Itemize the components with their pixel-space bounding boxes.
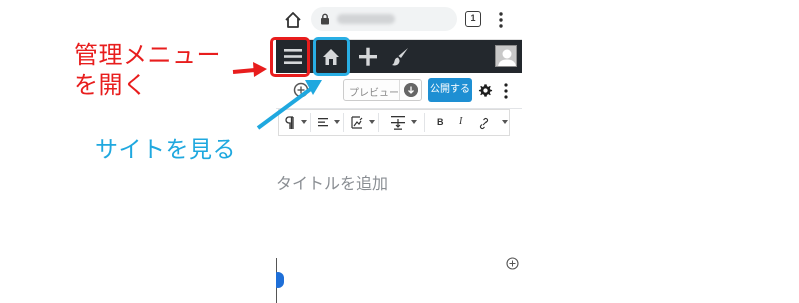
paragraph-icon[interactable] [283,110,299,135]
chevron-down-icon[interactable] [502,120,508,124]
chevron-down-icon[interactable] [369,120,375,124]
address-bar[interactable]: blurred-url [311,7,457,31]
text-wrap-icon[interactable] [389,110,407,135]
preview-button[interactable]: プレビュー [343,79,422,101]
publish-button[interactable]: 公開する [428,78,472,102]
gear-icon[interactable] [478,83,493,98]
add-block-icon[interactable] [292,81,310,99]
preview-divider [399,80,400,100]
add-block-icon[interactable] [506,257,519,270]
more-vertical-icon[interactable] [503,82,509,100]
toolbar-divider [343,113,344,132]
scroll-handle[interactable] [276,272,284,288]
post-title-input[interactable]: タイトルを追加 [276,170,388,194]
chevron-down-icon[interactable] [411,120,417,124]
browser-toolbar: blurred-url 1 [276,0,522,40]
toolbar-divider [310,113,311,132]
avatar[interactable] [495,45,517,67]
menu-highlight-box [270,37,310,77]
image-block-icon[interactable] [349,110,365,135]
open-admin-menu-annotation: 管理メニュー を開く [74,40,221,100]
editor-header: プレビュー 公開する [276,73,522,109]
brush-icon[interactable] [388,40,412,73]
italic-button[interactable]: I [459,116,462,127]
bold-button[interactable]: B [437,117,444,127]
link-icon[interactable] [478,110,490,135]
annotation-line-2: を開く [74,71,148,99]
user-icon [498,49,516,66]
home-highlight-box [313,37,350,76]
plus-icon[interactable] [356,40,380,73]
annotation-line-1: 管理メニュー [74,41,221,69]
toolbar-divider [378,113,379,132]
home-icon[interactable] [283,10,303,30]
tabs-icon[interactable]: 1 [465,11,481,27]
external-preview-icon [404,83,418,97]
chevron-down-icon[interactable] [301,120,307,124]
view-site-annotation: サイトを見る [95,137,236,163]
more-vertical-icon[interactable] [496,10,506,30]
align-left-icon[interactable] [316,110,330,135]
block-toolbar: B I [278,109,510,136]
red-arrow [232,62,267,77]
chevron-down-icon[interactable] [334,120,340,124]
lock-icon [321,13,329,25]
toolbar-divider [424,113,425,132]
url-text-redacted: blurred-url [337,14,395,24]
preview-label: プレビュー [349,88,399,99]
